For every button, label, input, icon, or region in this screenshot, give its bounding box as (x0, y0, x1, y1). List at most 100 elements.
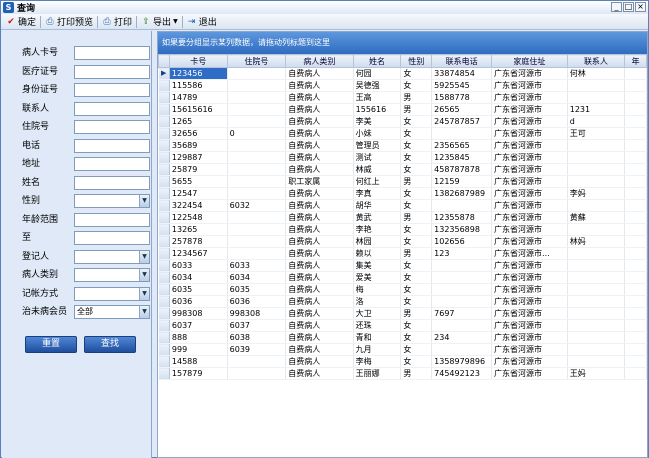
row-indicator[interactable] (158, 223, 170, 236)
table-row[interactable]: 5655 职工家属 何红上男 12159 广东省河源市 (158, 175, 647, 188)
table-row[interactable]: 25879 自费病人 林威女 458787878 广东省河源市 (158, 163, 647, 176)
field-input[interactable] (74, 139, 150, 153)
field-input[interactable] (74, 120, 150, 134)
column-header[interactable]: 性别 (400, 54, 433, 68)
column-header[interactable]: 联系人 (566, 54, 626, 68)
table-row[interactable]: 322454 6032 自费病人 胡华女 广东省河源市 (158, 199, 647, 212)
table-row[interactable]: 115586 自费病人 吴德强女 5925545 广东省河源市 (158, 79, 647, 92)
row-indicator[interactable] (158, 79, 170, 92)
table-cell (227, 235, 287, 248)
table-row[interactable]: 6033 6033 自费病人 集美女广东省河源市 (158, 259, 647, 272)
field-input[interactable] (74, 46, 150, 60)
table-row[interactable]: 14789 自费病人 王高男 1588778 广东省河源市 (158, 91, 647, 104)
row-indicator[interactable] (158, 295, 170, 308)
table-cell (227, 163, 287, 176)
table-cell: 2356565 (431, 139, 493, 152)
row-indicator[interactable] (158, 91, 170, 104)
row-indicator[interactable] (158, 355, 170, 368)
search-button[interactable]: 查找 (84, 336, 136, 353)
table-row[interactable]: 122548 自费病人 黄武男 12355878 广东省河源市 黄蘇 (158, 211, 647, 224)
table-row[interactable]: 998308 998308 自费病人 大卫男 7697 广东省河源市 (158, 307, 647, 320)
field-input[interactable] (74, 65, 150, 79)
field-select[interactable]: ▼ (74, 194, 150, 208)
column-header[interactable]: 年 (624, 54, 647, 68)
table-row[interactable]: 129887 自费病人 测试女 1235845 广东省河源市 (158, 151, 647, 164)
group-by-area[interactable]: 如果要分组显示某列数据，请拖动列标题到这里 (158, 32, 647, 54)
print-preview-button[interactable]: ⎙ 打印预览 (42, 15, 96, 29)
table-row[interactable]: 888 6038 自费病人 青和女 234 广东省河源市 (158, 331, 647, 344)
field-select[interactable]: ▼ (74, 268, 150, 282)
chevron-down-icon[interactable]: ▼ (139, 269, 149, 281)
field-select[interactable]: ▼ (74, 250, 150, 264)
field-input[interactable] (74, 213, 150, 227)
table-row[interactable]: 6037 6037 自费病人 还珠女广东省河源市 (158, 319, 647, 332)
table-row[interactable]: 6035 6035 自费病人梅女广东省河源市 (158, 283, 647, 296)
row-indicator[interactable] (158, 307, 170, 320)
table-row[interactable]: 999 6039 自费病人 九月女 广东省河源市 (158, 343, 647, 356)
confirm-button[interactable]: ✔ 确定 (3, 15, 39, 29)
table-cell (431, 259, 493, 272)
table-row[interactable]: 32656 0 自费病人 小妹女 广东省河源市 王可 (158, 127, 647, 140)
field-input[interactable] (74, 176, 150, 190)
chevron-down-icon[interactable]: ▼ (139, 306, 149, 318)
field-select[interactable]: ▼ (74, 287, 150, 301)
table-cell: 458787878 (431, 163, 493, 176)
row-indicator[interactable]: ▶ (158, 67, 170, 80)
table-row[interactable]: 257878 自费病人 林园女 102656 广东省河源市 林妈 (158, 235, 647, 248)
table-row[interactable]: 14588 自费病人 李梅女 1358979896 广东省河源市 (158, 355, 647, 368)
table-row[interactable]: 15615616 自费病人 155616 男 26565 广东省河源市 1231 (158, 103, 647, 116)
row-indicator[interactable] (158, 343, 170, 356)
table-row[interactable]: 13265 自费病人 李艳女 132356898 广东省河源市 (158, 223, 647, 236)
table-row[interactable]: 1234567 自费病人 赖以男 123 广东省河源市... (158, 247, 647, 260)
minimize-button[interactable]: _ (611, 2, 622, 12)
field-select[interactable]: 全部 ▼ (74, 305, 150, 319)
row-indicator[interactable] (158, 259, 170, 272)
row-indicator[interactable] (158, 127, 170, 140)
exit-button[interactable]: ⇥ 退出 (184, 15, 220, 29)
row-indicator[interactable] (158, 103, 170, 116)
row-indicator[interactable] (158, 151, 170, 164)
chevron-down-icon[interactable]: ▼ (139, 288, 149, 300)
row-indicator[interactable] (158, 199, 170, 212)
table-row[interactable]: 6034 6034 自费病人 爱美女广东省河源市 (158, 271, 647, 284)
table-row[interactable]: ▶ 123456 自费病人 何园女 33874854 广东省河源市 何林 (158, 67, 647, 80)
column-header[interactable]: 卡号 (168, 54, 228, 68)
table-cell: 李艳 (353, 223, 402, 236)
row-indicator[interactable] (158, 163, 170, 176)
table-cell (624, 127, 647, 140)
reset-button[interactable]: 重置 (25, 336, 77, 353)
chevron-down-icon[interactable]: ▼ (139, 251, 149, 263)
row-indicator[interactable] (158, 331, 170, 344)
column-header[interactable]: 联系电话 (431, 54, 493, 68)
row-indicator[interactable] (158, 271, 170, 284)
print-button[interactable]: ⎙ 打印 (99, 15, 135, 29)
row-indicator[interactable] (158, 283, 170, 296)
table-row[interactable]: 1265 自费病人 李美女 245787857 广东省河源市 d (158, 115, 647, 128)
table-cell: 女 (400, 355, 433, 368)
row-indicator[interactable] (158, 319, 170, 332)
row-indicator[interactable] (158, 235, 170, 248)
field-input[interactable] (74, 83, 150, 97)
chevron-down-icon[interactable]: ▼ (139, 195, 149, 207)
row-indicator[interactable] (158, 115, 170, 128)
row-indicator[interactable] (158, 187, 170, 200)
row-indicator[interactable] (158, 367, 170, 380)
column-header[interactable]: 住院号 (226, 54, 287, 68)
export-button[interactable]: ⇪ 导出 ▼ (138, 15, 181, 29)
field-input[interactable] (74, 231, 150, 245)
row-indicator[interactable] (158, 139, 170, 152)
table-row[interactable]: 6036 6036 自费病人洛女广东省河源市 (158, 295, 647, 308)
maximize-button[interactable]: □ (623, 2, 634, 12)
table-row[interactable]: 35689 自费病人 管理员女 2356565 广东省河源市 (158, 139, 647, 152)
row-indicator[interactable] (158, 247, 170, 260)
column-header[interactable]: 病人类别 (285, 54, 354, 68)
row-indicator[interactable] (158, 175, 170, 188)
row-indicator[interactable] (158, 211, 170, 224)
table-row[interactable]: 157879 自费病人 王丽娜男 745492123 广东省河源市 王妈 (158, 367, 647, 380)
table-row[interactable]: 12547 自费病人 李真女 1382687989 广东省河源市 李妈 (158, 187, 647, 200)
close-button[interactable]: × (635, 2, 646, 12)
field-input[interactable] (74, 102, 150, 116)
field-input[interactable] (74, 157, 150, 171)
column-header[interactable]: 姓名 (352, 54, 402, 68)
column-header[interactable]: 家庭住址 (491, 54, 568, 68)
